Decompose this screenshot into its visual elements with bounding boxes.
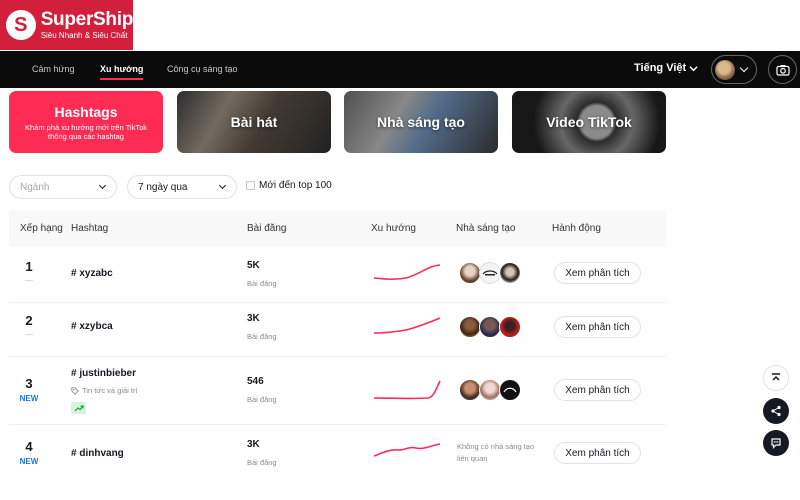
hashtag-name[interactable]: # xyzabc bbox=[71, 268, 113, 279]
avatar[interactable] bbox=[479, 316, 501, 338]
top-nav: Cảm hứng Xu hướng Công cụ sáng tạo Tiếng… bbox=[0, 51, 800, 88]
rank-number: 1 bbox=[25, 259, 33, 274]
card-hashtags-title: Hashtags bbox=[54, 103, 118, 120]
card-videos-title: Video TikTok bbox=[546, 114, 632, 130]
page: S SuperShip Siêu Nhanh & Siêu Chất Cảm h… bbox=[0, 0, 800, 500]
trending-badge bbox=[71, 402, 86, 414]
col-trend: Xu hướng bbox=[371, 223, 416, 234]
trend-sparkline bbox=[373, 380, 441, 400]
scroll-top-icon bbox=[772, 373, 780, 381]
hashtag-category: Tin tức và giải trí bbox=[71, 386, 138, 395]
new-badge: NEW bbox=[19, 457, 39, 466]
industry-select[interactable]: Ngành bbox=[9, 175, 117, 199]
card-songs-title: Bài hát bbox=[230, 114, 278, 130]
view-analysis-button[interactable]: Xem phân tích bbox=[554, 442, 641, 464]
brand-mark: S bbox=[6, 10, 36, 40]
hashtag-category-label: Tin tức và giải trí bbox=[82, 386, 138, 395]
top100-checkbox[interactable] bbox=[246, 181, 255, 190]
avatar[interactable] bbox=[459, 316, 481, 338]
rank-number: 2 bbox=[25, 313, 33, 328]
post-count: 546 bbox=[247, 376, 264, 387]
post-count: 3K bbox=[247, 439, 260, 450]
scroll-top-button[interactable] bbox=[763, 365, 789, 391]
language-selector[interactable]: Tiếng Việt bbox=[634, 62, 698, 74]
view-analysis-button[interactable]: Xem phân tích bbox=[554, 316, 641, 338]
rank-number: 4 bbox=[25, 439, 33, 454]
period-select[interactable]: 7 ngày qua bbox=[127, 175, 237, 199]
tag-icon bbox=[71, 386, 79, 395]
row-divider bbox=[9, 356, 666, 357]
table-header: Xếp hạng Hashtag Bài đăng Xu hướng Nhà s… bbox=[9, 211, 666, 247]
avatar bbox=[715, 59, 735, 80]
avatar[interactable] bbox=[459, 262, 481, 284]
post-label: Bài đăng bbox=[247, 395, 277, 404]
camera-icon bbox=[775, 64, 790, 76]
post-label: Bài đăng bbox=[247, 332, 277, 341]
card-songs[interactable]: Bài hát bbox=[177, 91, 331, 153]
hashtag-name[interactable]: # justinbieber bbox=[71, 368, 136, 379]
camera-button[interactable] bbox=[768, 55, 797, 84]
brand-logo: S SuperShip Siêu Nhanh & Siêu Chất bbox=[0, 0, 133, 50]
hashtag-name[interactable]: # dinhvang bbox=[71, 448, 124, 459]
avatar[interactable] bbox=[499, 379, 521, 401]
card-videos[interactable]: Video TikTok bbox=[512, 91, 666, 153]
account-menu[interactable] bbox=[711, 55, 757, 84]
col-posts: Bài đăng bbox=[247, 223, 287, 234]
top100-label: Mới đến top 100 bbox=[259, 180, 332, 191]
post-label: Bài đăng bbox=[247, 458, 277, 467]
chevron-down-icon bbox=[689, 65, 698, 71]
avatar[interactable] bbox=[479, 379, 501, 401]
avatar[interactable] bbox=[479, 262, 501, 284]
view-analysis-button[interactable]: Xem phân tích bbox=[554, 379, 641, 401]
col-hashtag: Hashtag bbox=[71, 223, 109, 234]
creator-avatars bbox=[459, 262, 521, 284]
avatar[interactable] bbox=[499, 316, 521, 338]
creator-avatars bbox=[459, 379, 521, 401]
row-divider bbox=[9, 302, 666, 303]
post-label: Bài đăng bbox=[247, 279, 277, 288]
rank-number: 3 bbox=[25, 376, 33, 391]
language-label: Tiếng Việt bbox=[634, 62, 687, 74]
nav-creative-tools[interactable]: Công cụ sáng tạo bbox=[167, 64, 238, 74]
card-creators[interactable]: Nhà sáng tạo bbox=[344, 91, 498, 153]
creator-avatars bbox=[459, 316, 521, 338]
avatar[interactable] bbox=[499, 262, 521, 284]
hashtag-name[interactable]: # xzybca bbox=[71, 321, 113, 332]
industry-select-placeholder: Ngành bbox=[20, 181, 50, 193]
trending-up-icon bbox=[74, 405, 84, 412]
rank-change: — bbox=[25, 330, 33, 339]
period-select-value: 7 ngày qua bbox=[138, 181, 188, 193]
share-icon bbox=[771, 405, 781, 417]
trend-sparkline bbox=[373, 317, 441, 334]
nav-trends[interactable]: Xu hướng bbox=[100, 64, 144, 80]
new-badge: NEW bbox=[19, 394, 39, 403]
card-hashtags-subtitle: Khám phá xu hướng mới trên TikTok thông … bbox=[25, 122, 147, 141]
col-creators: Nhà sáng tạo bbox=[456, 223, 516, 234]
post-count: 5K bbox=[247, 260, 260, 271]
rank-change: — bbox=[25, 276, 33, 285]
chat-icon bbox=[771, 438, 781, 449]
chevron-down-icon bbox=[739, 63, 749, 73]
card-hashtags[interactable]: Hashtags Khám phá xu hướng mới trên TikT… bbox=[9, 91, 163, 153]
row-divider bbox=[9, 424, 666, 425]
avatar[interactable] bbox=[459, 379, 481, 401]
trend-sparkline bbox=[373, 264, 441, 280]
view-analysis-button[interactable]: Xem phân tích bbox=[554, 262, 641, 284]
trend-sparkline bbox=[373, 443, 441, 457]
nav-inspiration[interactable]: Cảm hứng bbox=[32, 64, 75, 74]
chat-button[interactable] bbox=[763, 430, 789, 456]
card-creators-title: Nhà sáng tạo bbox=[377, 114, 465, 130]
col-rank: Xếp hạng bbox=[20, 223, 63, 234]
col-action: Hành động bbox=[552, 223, 601, 234]
no-creator-text: Không có nhà sáng tạo liên quan bbox=[457, 442, 535, 463]
brand-name: SuperShip bbox=[40, 8, 134, 30]
chevron-down-icon bbox=[218, 181, 227, 190]
share-button[interactable] bbox=[763, 398, 789, 424]
chevron-down-icon bbox=[98, 181, 107, 190]
post-count: 3K bbox=[247, 313, 260, 324]
brand-tagline: Siêu Nhanh & Siêu Chất bbox=[40, 30, 128, 40]
